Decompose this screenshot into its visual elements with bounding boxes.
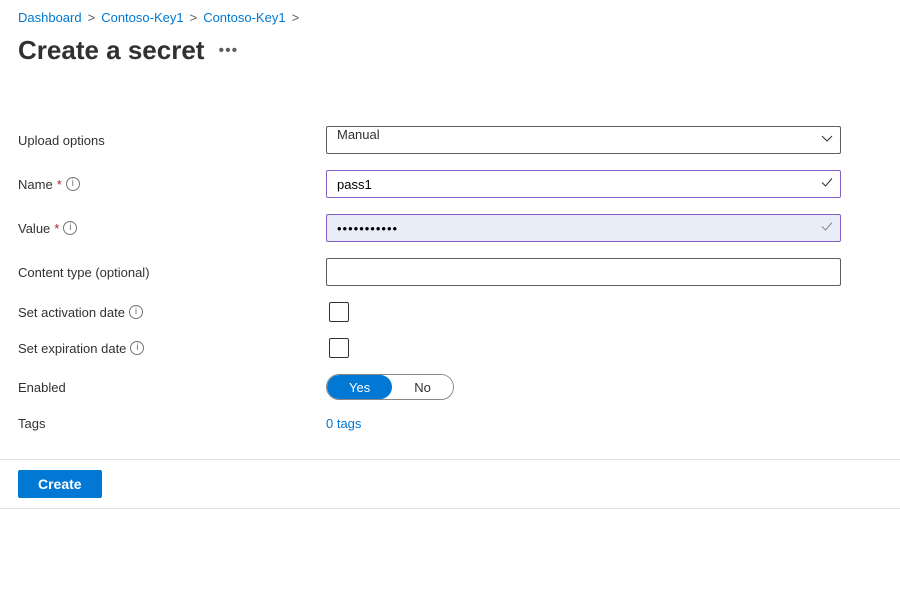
checkmark-icon (820, 176, 834, 193)
checkmark-icon (820, 220, 834, 237)
enabled-yes-option[interactable]: Yes (327, 375, 392, 399)
upload-options-value: Manual (337, 127, 380, 142)
breadcrumb-link-contoso-key1-b[interactable]: Contoso-Key1 (203, 10, 285, 25)
chevron-right-icon: > (88, 10, 96, 25)
chevron-right-icon: > (190, 10, 198, 25)
label-name: Name (18, 177, 53, 192)
required-indicator: * (57, 177, 62, 192)
activation-date-checkbox[interactable] (329, 302, 349, 322)
info-icon[interactable]: i (63, 221, 77, 235)
chevron-right-icon: > (292, 10, 300, 25)
enabled-toggle: Yes No (326, 374, 454, 400)
page-title: Create a secret (18, 35, 204, 66)
name-input[interactable] (326, 170, 841, 198)
required-indicator: * (54, 221, 59, 236)
more-icon[interactable]: ••• (218, 42, 238, 60)
breadcrumb-link-contoso-key1-a[interactable]: Contoso-Key1 (101, 10, 183, 25)
tags-link[interactable]: 0 tags (326, 416, 361, 431)
label-content-type: Content type (optional) (18, 265, 150, 280)
label-upload-options: Upload options (18, 133, 105, 148)
enabled-no-option[interactable]: No (392, 375, 453, 399)
info-icon[interactable]: i (130, 341, 144, 355)
label-value: Value (18, 221, 50, 236)
info-icon[interactable]: i (129, 305, 143, 319)
value-input[interactable] (326, 214, 841, 242)
label-activation-date: Set activation date (18, 305, 125, 320)
content-type-input[interactable] (326, 258, 841, 286)
label-enabled: Enabled (18, 380, 66, 395)
create-secret-form: Upload options Manual Name * i (18, 126, 882, 431)
upload-options-select[interactable]: Manual (326, 126, 841, 154)
expiration-date-checkbox[interactable] (329, 338, 349, 358)
footer-bar: Create (0, 459, 900, 509)
label-expiration-date: Set expiration date (18, 341, 126, 356)
info-icon[interactable]: i (66, 177, 80, 191)
breadcrumb: Dashboard > Contoso-Key1 > Contoso-Key1 … (18, 10, 882, 25)
label-tags: Tags (18, 416, 45, 431)
breadcrumb-link-dashboard[interactable]: Dashboard (18, 10, 82, 25)
create-button[interactable]: Create (18, 470, 102, 498)
